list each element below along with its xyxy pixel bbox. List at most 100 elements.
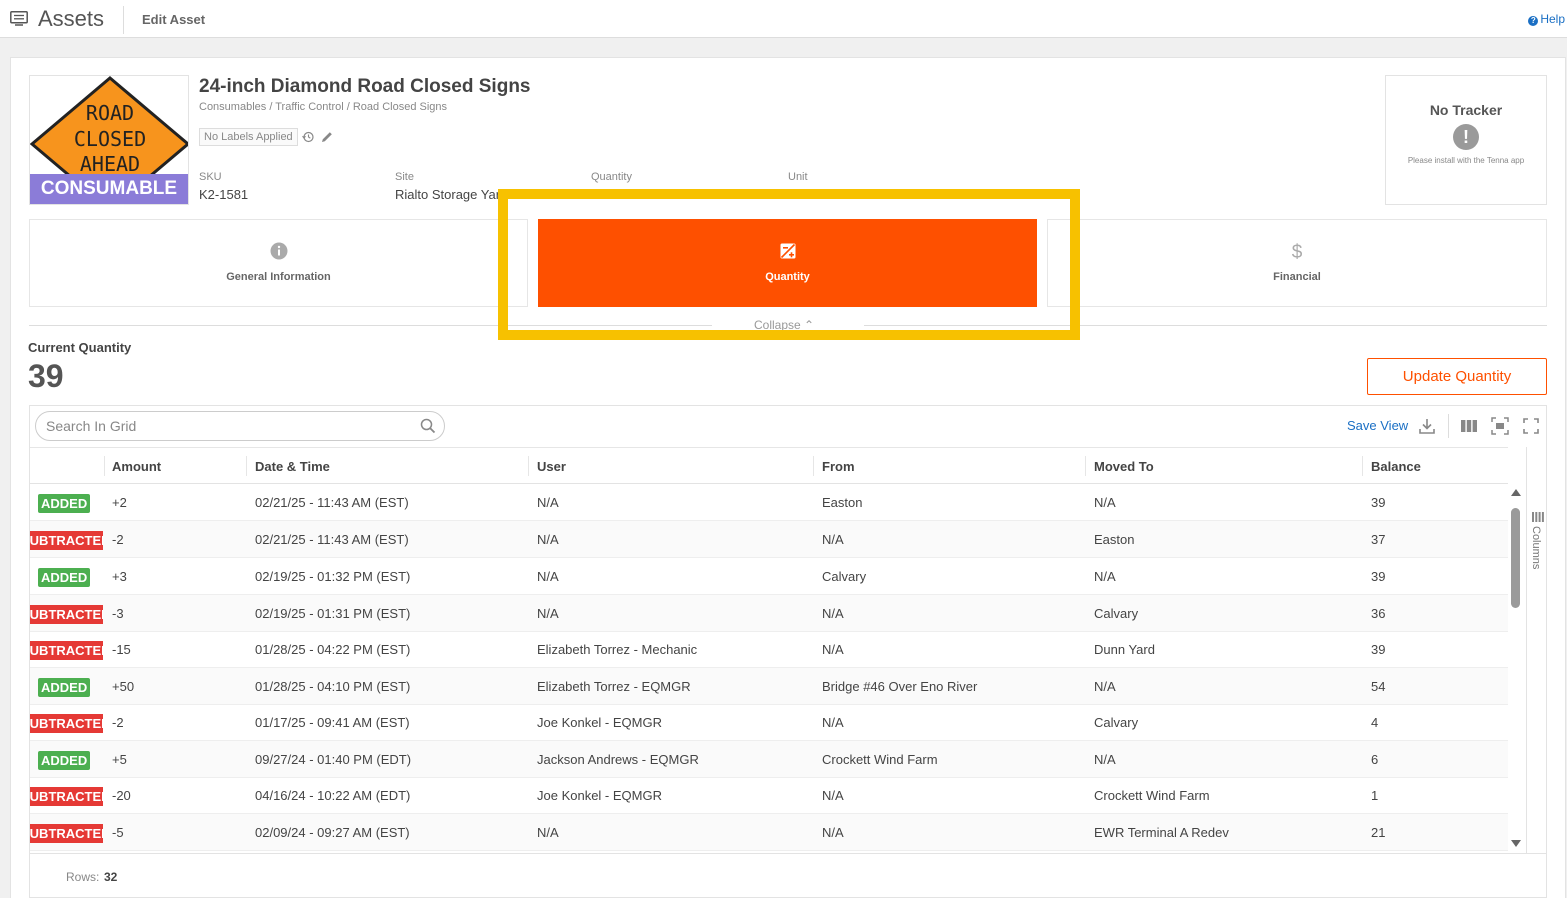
quantity-edit-icon — [780, 243, 795, 259]
balance-cell: 39 — [1371, 642, 1386, 657]
amount-cell: -15 — [112, 642, 131, 657]
balance-cell: 37 — [1371, 532, 1386, 547]
amount-cell: +5 — [112, 752, 127, 767]
table-row[interactable]: ADDED +5 09/27/24 - 01:40 PM (EDT) Jacks… — [30, 741, 1508, 778]
columns-side-panel[interactable] — [1526, 447, 1546, 857]
divider — [1448, 414, 1449, 438]
type-badge: SUBTRACTED — [30, 641, 103, 660]
collapse-button[interactable]: Collapse ⌃ — [754, 318, 814, 332]
header-from[interactable]: From — [822, 459, 855, 474]
help-label: Help — [1540, 12, 1565, 26]
table-row[interactable]: ADDED +2 02/21/25 - 11:43 AM (EST) N/A E… — [30, 484, 1508, 521]
consumable-badge: CONSUMABLE — [30, 174, 188, 204]
grid-header-row: Amount Date & Time User From Moved To Ba… — [30, 447, 1508, 484]
edit-pencil-icon[interactable] — [321, 131, 333, 143]
moved-to-cell: EWR Terminal A Redev — [1094, 825, 1229, 840]
type-badge: SUBTRACTED — [30, 824, 103, 843]
search-placeholder: Search In Grid — [46, 418, 137, 434]
save-view-button[interactable]: Save View — [1347, 418, 1408, 433]
balance-cell: 21 — [1371, 825, 1386, 840]
from-cell: Easton — [822, 495, 863, 510]
balance-cell: 39 — [1371, 569, 1386, 584]
moved-to-cell: N/A — [1094, 569, 1116, 584]
sign-line-1: ROAD — [86, 101, 134, 125]
asset-category-path: Consumables / Traffic Control / Road Clo… — [199, 101, 448, 113]
moved-to-cell: Dunn Yard — [1094, 642, 1155, 657]
rows-count-label: Rows: — [66, 870, 100, 884]
datetime-cell: 02/09/24 - 09:27 AM (EST) — [255, 825, 410, 840]
current-quantity-value: 39 — [28, 358, 64, 394]
amount-cell: +50 — [112, 679, 135, 694]
header-balance[interactable]: Balance — [1371, 459, 1421, 474]
table-row[interactable]: SUBTRACTED -3 02/19/25 - 01:31 PM (EST) … — [30, 595, 1508, 632]
labels-tag: No Labels Applied — [199, 128, 298, 146]
type-badge: ADDED — [38, 494, 91, 513]
table-row[interactable]: SUBTRACTED -2 01/17/25 - 09:41 AM (EST) … — [30, 704, 1508, 741]
balance-cell: 54 — [1371, 679, 1386, 694]
table-row[interactable]: ADDED +50 01/28/25 - 04:10 PM (EST) Eliz… — [30, 668, 1508, 705]
column-separator — [104, 456, 105, 476]
user-cell: N/A — [537, 606, 559, 621]
table-row[interactable]: SUBTRACTED -5 02/09/24 - 09:27 AM (EST) … — [30, 814, 1508, 851]
table-row[interactable]: SUBTRACTED -15 01/28/25 - 04:22 PM (EST)… — [30, 631, 1508, 668]
datetime-cell: 04/16/24 - 10:22 AM (EDT) — [255, 788, 411, 803]
fullscreen-icon[interactable] — [1522, 417, 1540, 435]
sign-line-3: AHEAD — [80, 152, 140, 176]
from-cell: Bridge #46 Over Eno River — [822, 679, 978, 694]
user-cell: Joe Konkel - EQMGR — [537, 788, 662, 803]
user-cell: Elizabeth Torrez - EQMGR — [537, 679, 691, 694]
moved-to-cell: N/A — [1094, 679, 1116, 694]
column-separator — [813, 456, 814, 476]
datetime-cell: 02/21/25 - 11:43 AM (EST) — [255, 532, 409, 547]
balance-cell: 36 — [1371, 606, 1386, 621]
tab-general-information[interactable]: General Information — [29, 219, 528, 307]
scroll-down-arrow-icon[interactable] — [1510, 838, 1522, 848]
table-row[interactable]: ADDED +3 02/19/25 - 01:32 PM (EST) N/A C… — [30, 558, 1508, 595]
table-row[interactable]: SUBTRACTED -2 02/21/25 - 11:43 AM (EST) … — [30, 521, 1508, 558]
tab-quantity[interactable]: Quantity — [538, 219, 1037, 307]
unit-label: Unit — [788, 171, 808, 183]
quantity-history-grid: Search In Grid Save View Amount Date & T… — [29, 405, 1547, 898]
from-cell: N/A — [822, 825, 844, 840]
amount-cell: -5 — [112, 825, 124, 840]
columns-panel-label[interactable]: Columns — [1530, 526, 1542, 569]
column-separator — [1085, 456, 1086, 476]
tab-financial[interactable]: $ Financial — [1047, 219, 1547, 307]
balance-cell: 39 — [1371, 495, 1386, 510]
header-amount[interactable]: Amount — [112, 459, 161, 474]
datetime-cell: 09/27/24 - 01:40 PM (EDT) — [255, 752, 412, 767]
datetime-cell: 01/17/25 - 09:41 AM (EST) — [255, 715, 410, 730]
user-cell: N/A — [537, 532, 559, 547]
divider — [29, 325, 712, 326]
fit-width-icon[interactable] — [1491, 417, 1509, 435]
search-icon — [420, 418, 436, 434]
type-badge: ADDED — [38, 751, 91, 770]
help-icon: ? — [1528, 16, 1539, 26]
scroll-up-arrow-icon[interactable] — [1510, 488, 1522, 498]
column-separator — [246, 456, 247, 476]
dollar-icon: $ — [1292, 242, 1303, 260]
update-quantity-button[interactable]: Update Quantity — [1367, 358, 1547, 395]
moved-to-cell: N/A — [1094, 495, 1116, 510]
tracker-card: No Tracker ! Please install with the Ten… — [1385, 75, 1547, 205]
table-row[interactable]: SUBTRACTED -20 04/16/24 - 10:22 AM (EDT)… — [30, 777, 1508, 814]
divider — [123, 6, 124, 34]
type-badge: SUBTRACTED — [30, 714, 103, 733]
history-icon[interactable] — [302, 131, 314, 143]
from-cell: Calvary — [822, 569, 867, 584]
type-badge: ADDED — [38, 568, 91, 587]
user-cell: N/A — [537, 495, 559, 510]
download-icon[interactable] — [1418, 417, 1436, 435]
grid-search-input[interactable]: Search In Grid — [35, 411, 445, 441]
from-cell: N/A — [822, 788, 844, 803]
road-sign-image: ROAD CLOSED AHEAD — [30, 76, 188, 204]
moved-to-cell: N/A — [1094, 752, 1116, 767]
header-date-time[interactable]: Date & Time — [255, 459, 330, 474]
header-moved-to[interactable]: Moved To — [1094, 459, 1154, 474]
help-link[interactable]: ? Help — [1528, 12, 1565, 26]
columns-layout-icon[interactable] — [1460, 417, 1478, 435]
rows-count-value: 32 — [104, 870, 118, 884]
header-user[interactable]: User — [537, 459, 566, 474]
vertical-scrollbar-thumb[interactable] — [1511, 508, 1520, 608]
from-cell: N/A — [822, 642, 844, 657]
